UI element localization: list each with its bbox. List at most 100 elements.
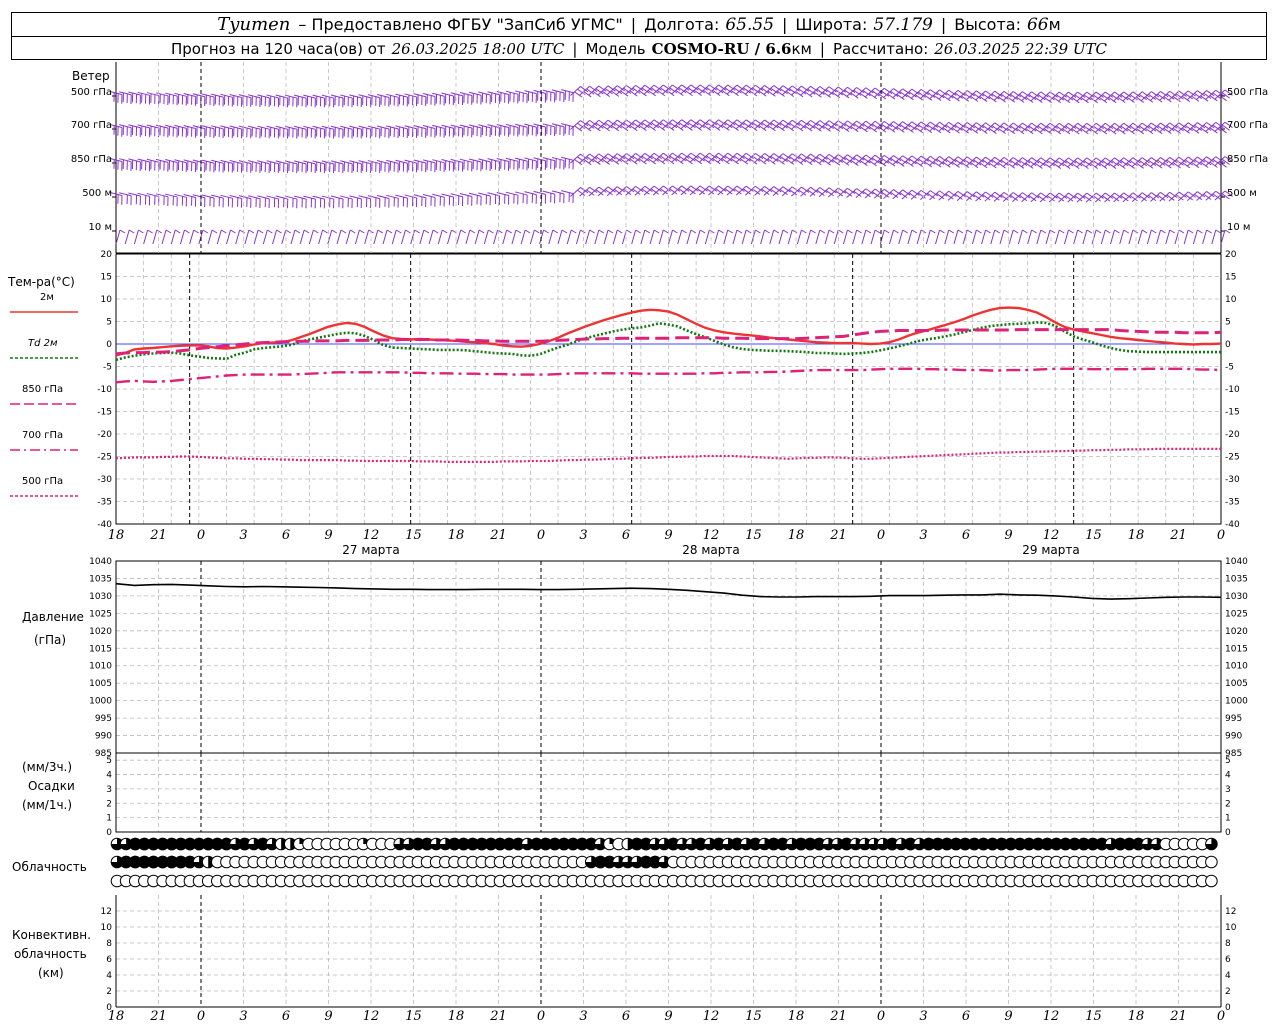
wind-barb-staff bbox=[520, 229, 526, 245]
wind-barb-staff bbox=[999, 229, 1005, 245]
pressure-ytick-label: 1030 bbox=[1225, 592, 1248, 602]
conv-ytick-label: 2 bbox=[1225, 987, 1231, 997]
conv-ytick-label: 12 bbox=[1225, 907, 1236, 917]
wind-barb-feather bbox=[202, 229, 209, 234]
temp-ytick-label: -40 bbox=[1225, 520, 1240, 530]
temp-ytick-label: -20 bbox=[97, 430, 112, 440]
pressure-ytick-label: 1015 bbox=[89, 644, 112, 654]
temp-hour-label: 0 bbox=[537, 528, 545, 543]
wind-barb-feather bbox=[386, 229, 393, 234]
wind-barb-staff bbox=[308, 229, 314, 245]
conv-hour-label: 21 bbox=[489, 1009, 507, 1024]
wind-barb-feather bbox=[626, 229, 632, 234]
temp-legend-label: 500 гПа bbox=[22, 476, 64, 487]
wind-barb-staff bbox=[548, 229, 554, 245]
temp-hour-label: 3 bbox=[919, 528, 927, 543]
temp-legend-label: 700 гПа bbox=[22, 430, 64, 441]
temp-ytick-label: -10 bbox=[1225, 385, 1240, 395]
wind-barb-staff bbox=[612, 229, 618, 245]
wind-barb-staff bbox=[668, 229, 673, 245]
temp-hour-label: 3 bbox=[579, 528, 587, 543]
precip-ytick-label: 1 bbox=[1225, 814, 1231, 824]
wind-barb-staff bbox=[170, 229, 176, 245]
wind-barb-feather bbox=[285, 229, 292, 234]
conv-hour-label: 0 bbox=[1217, 1009, 1225, 1024]
wind-barb-staff bbox=[1017, 229, 1023, 245]
wind-barb-feather bbox=[884, 229, 890, 234]
precip-panel-frame bbox=[115, 752, 1222, 833]
conv-hour-label: 3 bbox=[239, 1009, 247, 1024]
pressure-ytick-label: 1040 bbox=[1225, 557, 1248, 567]
wind-barb-feather bbox=[432, 229, 439, 234]
conv-label-1: Конвективн. bbox=[12, 928, 91, 942]
wind-barb-staff bbox=[1036, 229, 1042, 245]
wind-barb-staff bbox=[1110, 229, 1115, 245]
temp-ytick-label: 20 bbox=[101, 250, 113, 260]
temp-legend-label: 2м bbox=[40, 292, 54, 303]
wind-barb-feather bbox=[690, 229, 697, 234]
wind-barb-staff bbox=[244, 229, 250, 245]
temp-hour-label: 9 bbox=[1004, 528, 1012, 543]
wind-barb-feather bbox=[174, 229, 181, 234]
wind-barb-staff bbox=[603, 229, 609, 245]
wind-barb-staff bbox=[806, 229, 812, 245]
wind-barb-staff bbox=[161, 229, 167, 245]
wind-level-label-right: 10 м bbox=[1227, 222, 1251, 233]
wind-barb-feather bbox=[1114, 229, 1120, 234]
wind-barb-feather bbox=[1040, 229, 1047, 234]
wind-barb-feather bbox=[488, 229, 494, 234]
wind-barb-staff bbox=[704, 229, 710, 245]
wind-barb-feather bbox=[349, 229, 356, 234]
wind-barb-feather bbox=[957, 229, 964, 234]
temp-ytick-label: 15 bbox=[1225, 273, 1236, 283]
temp-hour-label: 12 bbox=[363, 528, 380, 543]
wind-barb-staff bbox=[1100, 229, 1106, 245]
wind-barb-feather bbox=[745, 229, 752, 234]
wind-barb-staff bbox=[299, 229, 305, 245]
conv-hour-label: 12 bbox=[363, 1009, 380, 1024]
wind-barb-staff bbox=[1119, 229, 1125, 245]
wind-barb-staff bbox=[557, 229, 563, 245]
wind-barb-feather bbox=[230, 229, 236, 234]
wind-barb-feather bbox=[902, 229, 908, 234]
temp-hour-label: 21 bbox=[489, 528, 507, 543]
conv-hour-label: 6 bbox=[282, 1009, 290, 1024]
wind-barb-staff bbox=[566, 229, 572, 245]
conv-ytick-label: 4 bbox=[1225, 971, 1231, 981]
temp-ytick-label: 10 bbox=[101, 295, 113, 305]
conv-ytick-label: 4 bbox=[106, 971, 112, 981]
conv-ytick-label: 2 bbox=[106, 987, 112, 997]
wind-barb-staff bbox=[336, 229, 342, 245]
wind-barb-feather bbox=[211, 229, 218, 234]
wind-level-label-right: 850 гПа bbox=[1227, 154, 1269, 165]
wind-barb-feather bbox=[764, 229, 770, 234]
temp-legend-label: Td 2м bbox=[28, 338, 58, 349]
wind-barb-feather bbox=[276, 229, 282, 234]
wind-barb-feather bbox=[119, 229, 126, 234]
temp-ytick-label: 5 bbox=[1225, 318, 1231, 328]
wind-barb-feather bbox=[1151, 229, 1157, 234]
conv-hour-label: 6 bbox=[962, 1009, 970, 1024]
date-label: 28 марта bbox=[682, 543, 739, 557]
wind-barb-staff bbox=[474, 229, 480, 245]
wind-barb-staff bbox=[695, 229, 701, 245]
pressure-ytick-label: 995 bbox=[95, 714, 112, 724]
wind-barb-feather bbox=[359, 229, 365, 234]
wind-barb-feather bbox=[1095, 229, 1102, 234]
wind-barb-staff bbox=[861, 229, 867, 245]
wind-barb-staff bbox=[796, 229, 802, 245]
wind-barb-feather bbox=[930, 229, 936, 234]
wind-barb-feather bbox=[239, 229, 245, 234]
wind-barb-staff bbox=[1027, 229, 1033, 245]
wind-barb-staff bbox=[511, 229, 517, 245]
wind-barb-feather bbox=[810, 229, 816, 234]
wind-barb-staff bbox=[373, 229, 379, 245]
wind-barb-staff bbox=[677, 229, 683, 245]
wind-barb-feather bbox=[856, 229, 862, 234]
conv-ytick-label: 8 bbox=[106, 939, 112, 949]
wind-barb-staff bbox=[760, 229, 766, 245]
conv-hour-label: 21 bbox=[829, 1009, 847, 1024]
wind-barb-feather bbox=[837, 229, 844, 234]
wind-barb-staff bbox=[594, 229, 600, 245]
conv-hour-label: 18 bbox=[108, 1009, 125, 1024]
